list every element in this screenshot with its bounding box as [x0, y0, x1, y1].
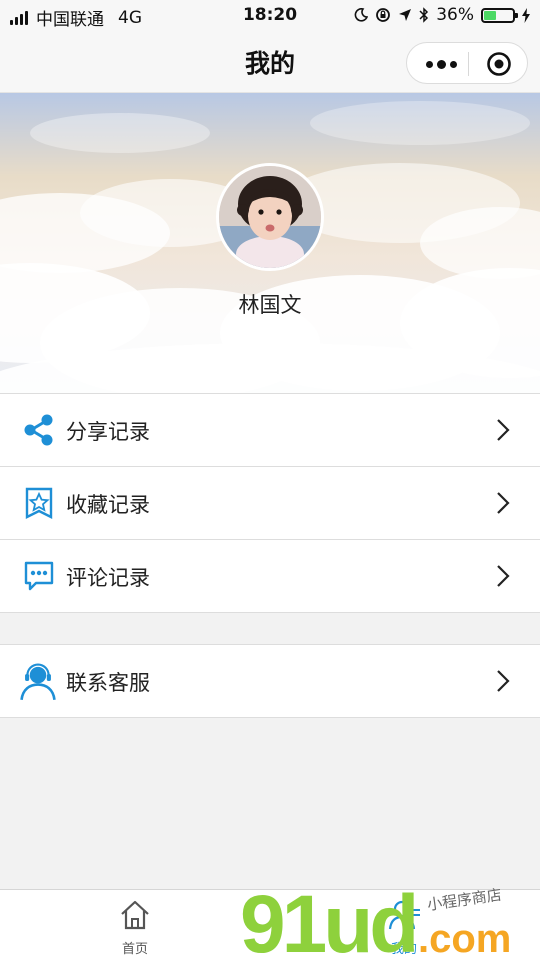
records-menu: 分享记录 收藏记录 评论记录	[0, 393, 540, 613]
menu-item-favorite-records[interactable]: 收藏记录	[0, 467, 540, 540]
avatar-photo	[219, 166, 321, 268]
mine-page: 中国联通 4G 18:20 36% 我的 林国文 分享记录 收藏记录 评论记录 …	[0, 0, 540, 960]
menu-label: 收藏记录	[66, 493, 150, 517]
location-icon	[399, 9, 412, 21]
profile-banner: 林国文	[0, 93, 540, 393]
username: 林国文	[238, 293, 302, 317]
rotation-lock-icon	[376, 8, 391, 22]
battery-percent: 36%	[436, 5, 474, 25]
chevron-right-icon	[497, 419, 510, 441]
share-icon	[24, 414, 53, 446]
menu-item-share-records[interactable]: 分享记录	[0, 394, 540, 467]
service-menu: 联系客服	[0, 644, 540, 718]
favorite-star-icon	[25, 487, 53, 519]
charging-icon	[522, 7, 530, 23]
tab-home[interactable]: 首页	[85, 898, 185, 957]
menu-label: 分享记录	[66, 420, 150, 444]
menu-label: 评论记录	[66, 566, 150, 590]
chevron-right-icon	[497, 492, 510, 514]
tab-label: 首页	[121, 942, 148, 957]
menu-item-contact-service[interactable]: 联系客服	[0, 645, 540, 718]
battery-icon	[481, 7, 518, 23]
svg-text:小程序商店: 小程序商店	[426, 886, 503, 914]
mini-program-capsule	[406, 42, 528, 84]
nav-bar: 我的	[0, 34, 540, 93]
menu-item-comment-records[interactable]: 评论记录	[0, 540, 540, 613]
home-icon	[121, 900, 149, 930]
svg-text:91ud: 91ud	[240, 884, 415, 960]
avatar[interactable]	[216, 163, 324, 271]
comment-icon	[24, 561, 54, 591]
chevron-right-icon	[497, 670, 510, 692]
watermark-logo: 91ud .com 小程序商店	[240, 879, 530, 960]
svg-text:.com: .com	[418, 917, 511, 960]
chevron-right-icon	[497, 565, 510, 587]
customer-service-icon	[20, 663, 56, 701]
bluetooth-icon	[419, 7, 429, 23]
status-bar: 中国联通 4G 18:20 36%	[0, 0, 540, 34]
moon-icon	[354, 8, 369, 22]
capsule-divider	[468, 52, 469, 76]
more-dots-icon[interactable]	[421, 52, 461, 76]
target-close-icon[interactable]	[486, 51, 512, 77]
menu-label: 联系客服	[66, 671, 150, 695]
status-right: 36%	[354, 5, 530, 25]
